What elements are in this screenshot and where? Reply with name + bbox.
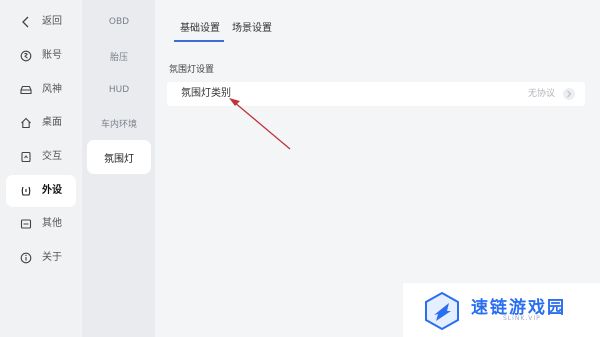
chevron-right-icon	[563, 88, 575, 100]
subnav-item-ambient-light[interactable]: 氛围灯	[87, 140, 151, 174]
secondary-sidebar: OBD 胎压 HUD 车内环境 氛围灯	[82, 0, 155, 337]
sidebar-item-label: 其他	[42, 218, 62, 229]
sidebar-item-label: 返回	[42, 16, 62, 27]
sidebar-item-label: 交互	[42, 151, 62, 162]
tab-basic-settings[interactable]: 基础设置	[180, 22, 220, 36]
home-icon	[18, 115, 34, 131]
sidebar-item-about[interactable]: 关于	[6, 242, 76, 274]
sidebar-item-label: 关于	[42, 252, 62, 263]
other-icon	[18, 216, 34, 232]
subnav-item-hud[interactable]: HUD	[87, 73, 151, 107]
sidebar-item-account[interactable]: 账号	[6, 40, 76, 72]
section-title: 氛围灯设置	[169, 65, 215, 75]
interaction-icon	[18, 149, 34, 165]
row-label: 氛围灯类别	[181, 88, 231, 99]
row-value: 无协议	[527, 89, 555, 99]
watermark-subtitle: SLINK.VIP	[503, 315, 541, 322]
account-icon	[18, 48, 34, 64]
sidebar-item-label: 账号	[42, 50, 62, 61]
ambient-light-type-row[interactable]: 氛围灯类别 无协议	[167, 82, 585, 106]
sidebar-item-fengshen[interactable]: 风神	[6, 74, 76, 106]
info-icon	[18, 250, 34, 266]
sidebar-item-peripheral[interactable]: 外设	[6, 175, 76, 207]
sidebar-item-desktop[interactable]: 桌面	[6, 107, 76, 139]
watermark-logo-icon	[425, 291, 459, 331]
primary-sidebar: 返回 账号 风神 桌面 交互 外设 其他 关于	[0, 0, 81, 337]
tab-scene-settings[interactable]: 场景设置	[232, 22, 272, 36]
sidebar-item-interaction[interactable]: 交互	[6, 141, 76, 173]
sidebar-item-back[interactable]: 返回	[6, 6, 76, 38]
subnav-item-obd[interactable]: OBD	[87, 5, 151, 39]
subnav-item-tire-pressure[interactable]: 胎压	[87, 39, 151, 73]
subnav-item-cabin-environment[interactable]: 车内环境	[87, 106, 151, 140]
sidebar-item-label: 外设	[42, 185, 62, 196]
sidebar-item-label: 桌面	[42, 117, 62, 128]
peripheral-icon	[18, 183, 34, 199]
car-icon	[18, 82, 34, 98]
sidebar-item-other[interactable]: 其他	[6, 208, 76, 240]
active-tab-indicator	[174, 40, 224, 42]
watermark: 速链游戏园 SLINK.VIP	[403, 283, 600, 337]
sidebar-item-label: 风神	[42, 84, 62, 95]
back-arrow-icon	[18, 14, 34, 30]
